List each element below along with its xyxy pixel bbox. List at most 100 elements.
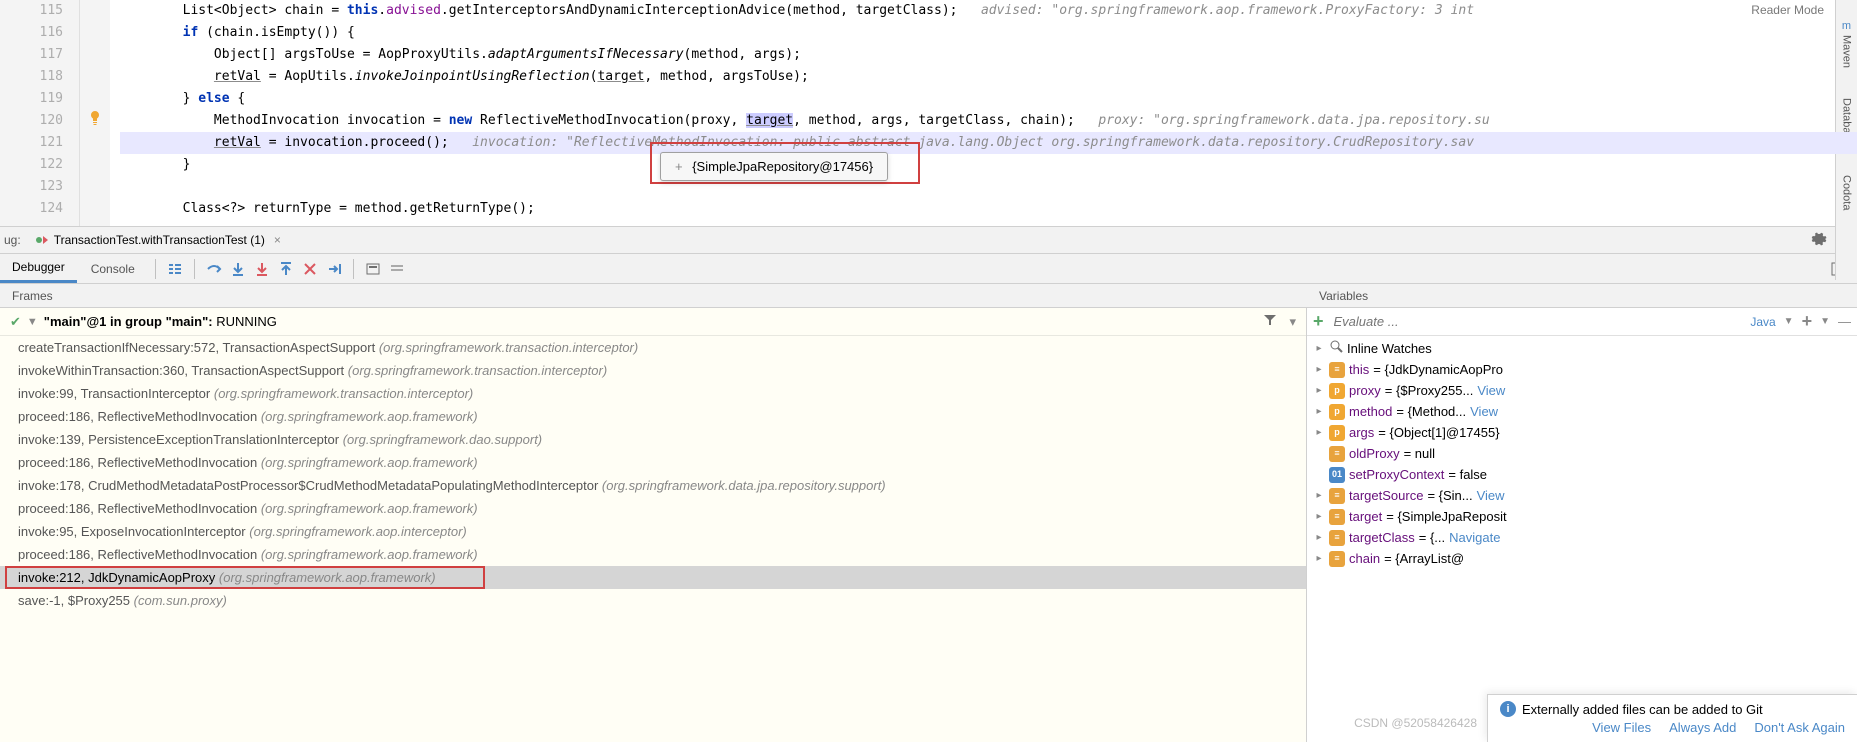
evaluate-icon[interactable] (362, 258, 384, 280)
param-badge-icon: p (1329, 425, 1345, 441)
frame-row[interactable]: invoke:95, ExposeInvocationInterceptor (… (0, 520, 1306, 543)
frame-row[interactable]: proceed:186, ReflectiveMethodInvocation … (0, 405, 1306, 428)
line-number: 117 (0, 44, 79, 66)
watermark: CSDN @52058426428 (1354, 716, 1477, 730)
close-icon[interactable]: × (274, 233, 281, 247)
inline-watches-node[interactable]: ▸ Inline Watches (1307, 338, 1857, 359)
var-row[interactable]: ▸≡targetSource = {Sin... View (1307, 485, 1857, 506)
frame-row[interactable]: proceed:186, ReflectiveMethodInvocation … (0, 497, 1306, 520)
line-number: 122 (0, 154, 79, 176)
frames-panel: ✔ ▼ "main"@1 in group "main": RUNNING ▾ … (0, 308, 1307, 742)
field-badge-icon: ≡ (1329, 362, 1345, 378)
chevron-down-icon[interactable]: ▼ (1784, 316, 1794, 327)
git-notification: i Externally added files can be added to… (1487, 694, 1857, 742)
drop-frame-icon[interactable] (299, 258, 321, 280)
line-number: 120 (0, 110, 79, 132)
gear-icon[interactable] (1811, 231, 1827, 250)
var-row[interactable]: ▸pproxy = {$Proxy255... View (1307, 380, 1857, 401)
frames-list[interactable]: createTransactionIfNecessary:572, Transa… (0, 336, 1306, 612)
thread-status: RUNNING (216, 314, 277, 329)
check-icon: ✔ (10, 314, 21, 330)
line-number: 118 (0, 66, 79, 88)
lang-selector[interactable]: Java (1750, 315, 1775, 329)
gutter-marks (80, 0, 110, 226)
param-badge-icon: p (1329, 404, 1345, 420)
view-files-link[interactable]: View Files (1592, 720, 1651, 735)
var-row[interactable]: ▸≡this = {JdkDynamicAopPro (1307, 359, 1857, 380)
frame-row[interactable]: createTransactionIfNecessary:572, Transa… (0, 336, 1306, 359)
code-line (120, 176, 1857, 198)
frame-row[interactable]: save:-1, $Proxy255 (com.sun.proxy) (0, 589, 1306, 612)
code-line: Class<?> returnType = method.getReturnTy… (120, 198, 1857, 220)
thread-selector[interactable]: ✔ ▼ "main"@1 in group "main": RUNNING ▾ (0, 308, 1306, 336)
var-row[interactable]: ▸≡chain = {ArrayList@ (1307, 548, 1857, 569)
console-tab[interactable]: Console (79, 256, 147, 282)
var-row[interactable]: ▸pargs = {Object[1]@17455} (1307, 422, 1857, 443)
line-number: 119 (0, 88, 79, 110)
frame-row[interactable]: proceed:186, ReflectiveMethodInvocation … (0, 543, 1306, 566)
remove-icon[interactable]: — (1838, 314, 1851, 329)
frame-row-selected[interactable]: invoke:212, JdkDynamicAopProxy (org.spri… (0, 566, 1306, 589)
evaluate-tooltip[interactable]: + {SimpleJpaRepository@17456} (660, 152, 888, 181)
notification-text: Externally added files can be added to G… (1522, 702, 1763, 717)
var-row[interactable]: ≡oldProxy = null (1307, 443, 1857, 464)
new-watch-icon[interactable]: + (1802, 311, 1813, 332)
vars-toolbar: + Java ▼ + ▼ — (1307, 308, 1857, 336)
field-badge-icon: ≡ (1329, 509, 1345, 525)
tooltip-text: {SimpleJpaRepository@17456} (692, 159, 873, 174)
debug-config-tab[interactable]: TransactionTest.withTransactionTest (1) … (27, 227, 289, 253)
run-to-cursor-icon[interactable] (323, 258, 345, 280)
line-number: 116 (0, 22, 79, 44)
line-number: 123 (0, 176, 79, 198)
info-icon: i (1500, 701, 1516, 717)
code-editor[interactable]: 115 116 117 118 119 120 121 122 123 124 … (0, 0, 1857, 226)
code-line: retVal = AopUtils.invokeJoinpointUsingRe… (120, 66, 1857, 88)
code-line: List<Object> chain = this.advised.getInt… (120, 0, 1857, 22)
inline-watches-label: Inline Watches (1347, 338, 1432, 359)
chevron-down-icon[interactable]: ▼ (1820, 316, 1830, 327)
field-badge-icon: ≡ (1329, 551, 1345, 567)
variables-panel: + Java ▼ + ▼ — ▸ Inline Watches ▸≡this =… (1307, 308, 1857, 742)
param-badge-icon: p (1329, 383, 1345, 399)
code-content[interactable]: List<Object> chain = this.advised.getInt… (110, 0, 1857, 226)
step-into-icon[interactable] (227, 258, 249, 280)
step-over-icon[interactable] (203, 258, 225, 280)
code-line: if (chain.isEmpty()) { (120, 22, 1857, 44)
force-step-into-icon[interactable] (251, 258, 273, 280)
variables-tree[interactable]: ▸ Inline Watches ▸≡this = {JdkDynamicAop… (1307, 336, 1857, 571)
evaluate-input[interactable] (1328, 314, 1747, 329)
var-row[interactable]: ▸≡target = {SimpleJpaReposit (1307, 506, 1857, 527)
code-line: } else { (120, 88, 1857, 110)
threads-icon[interactable] (164, 258, 186, 280)
debug-tab-name: TransactionTest.withTransactionTest (1) (54, 233, 265, 247)
debug-toolbar: Debugger Console (0, 254, 1857, 284)
frame-row[interactable]: invoke:139, PersistenceExceptionTranslat… (0, 428, 1306, 451)
var-row[interactable]: ▸pmethod = {Method... View (1307, 401, 1857, 422)
bool-badge-icon: 01 (1329, 467, 1345, 483)
frame-row[interactable]: proceed:186, ReflectiveMethodInvocation … (0, 451, 1306, 474)
code-line: Object[] argsToUse = AopProxyUtils.adapt… (120, 44, 1857, 66)
plus-icon: + (675, 159, 683, 174)
code-line: } (120, 154, 1857, 176)
chevron-down-icon[interactable]: ▾ (1289, 314, 1296, 330)
trace-icon[interactable] (386, 258, 408, 280)
always-add-link[interactable]: Always Add (1669, 720, 1736, 735)
thread-name: "main"@1 in group "main": (44, 314, 213, 329)
frame-row[interactable]: invoke:178, CrudMethodMetadataPostProces… (0, 474, 1306, 497)
debugger-tab[interactable]: Debugger (0, 254, 77, 283)
watches-icon (1329, 338, 1343, 359)
intention-bulb-icon[interactable] (87, 110, 103, 126)
field-badge-icon: ≡ (1329, 488, 1345, 504)
var-row[interactable]: 01setProxyContext = false (1307, 464, 1857, 485)
step-out-icon[interactable] (275, 258, 297, 280)
frame-row[interactable]: invoke:99, TransactionInterceptor (org.s… (0, 382, 1306, 405)
field-badge-icon: ≡ (1329, 530, 1345, 546)
add-watch-icon[interactable]: + (1313, 311, 1324, 332)
debug-tabbar: ug: TransactionTest.withTransactionTest … (0, 226, 1857, 254)
line-number: 124 (0, 198, 79, 220)
debug-label: ug: (4, 233, 21, 247)
frame-row[interactable]: invokeWithinTransaction:360, Transaction… (0, 359, 1306, 382)
var-row[interactable]: ▸≡targetClass = {... Navigate (1307, 527, 1857, 548)
filter-icon[interactable] (1263, 313, 1277, 330)
dont-ask-link[interactable]: Don't Ask Again (1754, 720, 1845, 735)
